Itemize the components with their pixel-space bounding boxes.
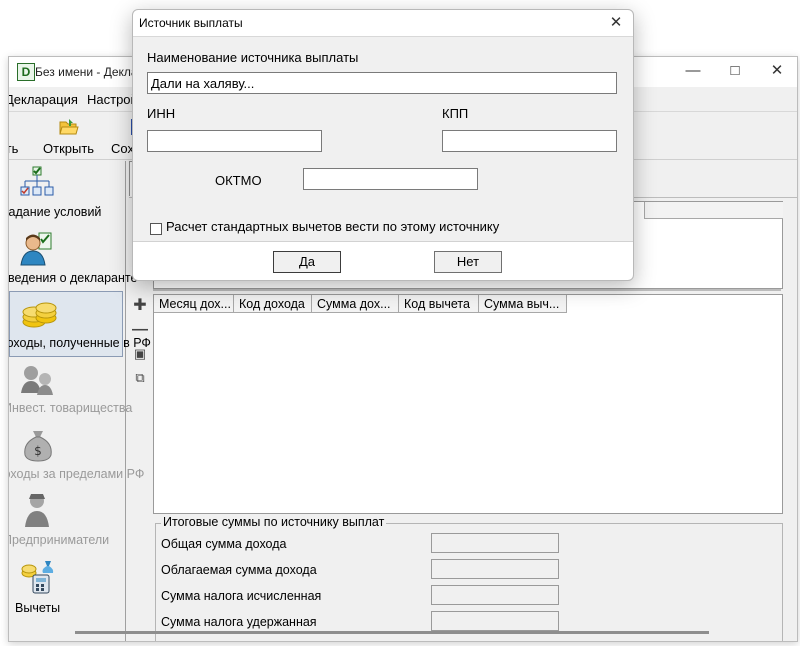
totals-legend: Итоговые суммы по источнику выплат bbox=[161, 515, 387, 529]
dialog-close-icon[interactable]: ✕ bbox=[603, 11, 629, 35]
grid-col-deduction-sum[interactable]: Сумма выч... bbox=[479, 295, 567, 313]
taxable-income-label: Облагаемая сумма дохода bbox=[161, 563, 317, 577]
nav-item-income-abroad[interactable]: $ Доходы за пределами РФ bbox=[9, 423, 144, 487]
menu-declaration[interactable]: Декларация bbox=[9, 92, 78, 107]
nav-label-income-rf: Доходы, полученные в РФ bbox=[8, 336, 151, 350]
total-income-field bbox=[431, 533, 559, 553]
maximize-icon[interactable]: □ bbox=[721, 61, 749, 81]
sources-column-header[interactable] bbox=[644, 202, 783, 219]
tax-calculated-field bbox=[431, 585, 559, 605]
edit-row-icon[interactable]: ▣ bbox=[131, 345, 149, 363]
nav-label-declarant: Сведения о декларанте bbox=[8, 271, 138, 285]
grid-col-deduction-code[interactable]: Код вычета bbox=[399, 295, 479, 313]
svg-text:$: $ bbox=[34, 444, 42, 458]
declarant-icon bbox=[20, 232, 52, 266]
grid-col-income-sum[interactable]: Сумма дох... bbox=[312, 295, 399, 313]
nav-label-partnership: Инвест. товарищества bbox=[8, 401, 133, 415]
copy-row-icon[interactable]: ⧉ bbox=[131, 369, 149, 387]
app-logo-icon: D bbox=[17, 63, 35, 81]
dialog-title-bar[interactable]: Источник выплаты ✕ bbox=[133, 10, 633, 36]
payment-source-dialog: Источник выплаты ✕ Наименование источник… bbox=[132, 9, 634, 281]
oktmo-label: ОКТМО bbox=[215, 173, 262, 188]
source-name-label: Наименование источника выплаты bbox=[147, 50, 359, 65]
coins-icon bbox=[22, 302, 57, 328]
grid-col-month[interactable]: Месяц дох... bbox=[154, 295, 234, 313]
nav-label-conditions: Задание условий bbox=[8, 205, 102, 219]
income-grid[interactable]: Месяц дох... Код дохода Сумма дох... Код… bbox=[153, 294, 783, 514]
panel-splitter[interactable] bbox=[153, 289, 781, 291]
dialog-body: Наименование источника выплаты ИНН КПП О… bbox=[133, 36, 633, 242]
entrepreneur-icon bbox=[25, 494, 49, 527]
total-income-label: Общая сумма дохода bbox=[161, 537, 287, 551]
nav-item-conditions[interactable]: Задание условий bbox=[9, 161, 123, 225]
standard-deductions-label: Расчет стандартных вычетов вести по этом… bbox=[166, 219, 500, 234]
tax-withheld-label: Сумма налога удержанная bbox=[161, 615, 317, 629]
source-name-input[interactable] bbox=[147, 72, 617, 94]
partnership-icon bbox=[21, 366, 53, 395]
nav-label-deductions: Вычеты bbox=[15, 601, 61, 615]
oktmo-input[interactable] bbox=[303, 168, 478, 190]
nav-label-entrepreneurs: Предприниматели bbox=[8, 533, 110, 547]
kpp-label: КПП bbox=[442, 106, 469, 121]
minimize-icon[interactable]: — bbox=[679, 61, 707, 81]
left-navigation: Задание условий Сведения о декларанте До… bbox=[9, 161, 151, 641]
conditions-icon bbox=[20, 166, 54, 196]
tax-calculated-label: Сумма налога исчисленная bbox=[161, 589, 322, 603]
ok-button[interactable]: Да bbox=[273, 251, 341, 273]
cancel-button[interactable]: Нет bbox=[434, 251, 502, 273]
nav-item-partnership[interactable]: Инвест. товарищества bbox=[9, 357, 132, 421]
grid-col-income-code[interactable]: Код дохода bbox=[234, 295, 312, 313]
nav-item-entrepreneurs[interactable]: Предприниматели bbox=[9, 489, 123, 553]
tax-withheld-field bbox=[431, 611, 559, 631]
nav-label-income-abroad: Доходы за пределами РФ bbox=[8, 467, 145, 481]
toolbar-new-label: Создать bbox=[9, 141, 19, 156]
add-row-icon[interactable]: ✚ bbox=[131, 297, 149, 315]
nav-item-deductions[interactable]: Вычеты bbox=[9, 557, 123, 621]
horizontal-scrollbar[interactable] bbox=[75, 631, 709, 634]
money-bag-icon: $ bbox=[24, 431, 52, 462]
standard-deductions-checkbox[interactable] bbox=[150, 223, 162, 235]
dialog-title: Источник выплаты bbox=[139, 16, 243, 30]
toolbar-new-button[interactable]: Создать bbox=[9, 113, 39, 159]
toolbar-open-button[interactable]: Открыть bbox=[41, 113, 99, 159]
taxable-income-field bbox=[431, 559, 559, 579]
inn-label: ИНН bbox=[147, 106, 176, 121]
open-folder-icon bbox=[59, 119, 79, 135]
kpp-input[interactable] bbox=[442, 130, 617, 152]
close-icon[interactable]: ✕ bbox=[763, 61, 791, 81]
totals-group: Итоговые суммы по источнику выплат Общая… bbox=[153, 515, 783, 641]
nav-item-declarant[interactable]: Сведения о декларанте bbox=[9, 227, 137, 291]
inn-input[interactable] bbox=[147, 130, 322, 152]
nav-item-income-rf[interactable]: Доходы, полученные в РФ bbox=[9, 291, 151, 357]
toolbar-open-label: Открыть bbox=[43, 141, 95, 156]
deductions-icon bbox=[21, 561, 54, 594]
remove-row-icon[interactable]: — bbox=[131, 321, 149, 339]
